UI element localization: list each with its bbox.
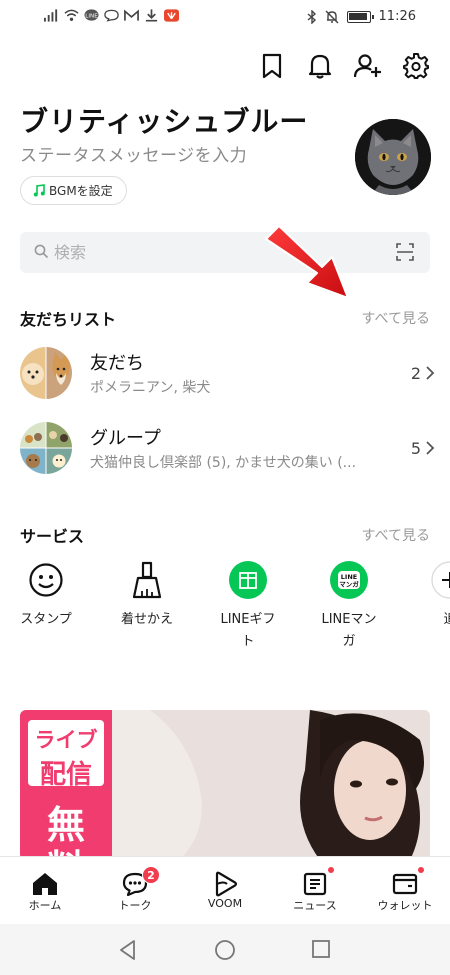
back-icon[interactable] — [118, 939, 138, 961]
home-circle-icon[interactable] — [214, 939, 236, 961]
home-icon — [31, 870, 59, 898]
download-icon — [145, 9, 158, 22]
mute-icon — [325, 10, 339, 23]
nav-label: トーク — [118, 899, 152, 912]
nav-news[interactable]: ニュース — [270, 857, 360, 925]
add-friend-icon[interactable] — [354, 52, 382, 80]
search-icon — [34, 244, 49, 259]
news-dot — [328, 867, 334, 873]
service-label: LINEマンガ — [321, 612, 377, 649]
huawei-icon — [164, 9, 179, 22]
search-bar[interactable] — [20, 232, 430, 273]
line-manga-icon: LINE マンガ — [329, 560, 369, 600]
system-navigation-bar — [0, 924, 450, 975]
bottom-navigation: ホーム 2 トーク VOOM ニュース ウォレット — [0, 856, 450, 924]
talk-unread-badge: 2 — [142, 866, 160, 884]
bgm-label: BGMを設定 — [49, 184, 113, 198]
wifi-icon — [64, 9, 79, 21]
header-actions — [258, 52, 430, 80]
service-add[interactable]: 追 — [400, 560, 450, 631]
gift-icon — [228, 560, 268, 600]
service-label: 着せかえ — [120, 612, 173, 627]
services-row: スタンプ 着せかえ LINEギフト LINE マンガ LINEマンガ 追 — [0, 560, 450, 660]
status-message[interactable]: ステータスメッセージを入力 — [20, 141, 247, 166]
bookmark-icon[interactable] — [258, 52, 286, 80]
status-bar: LINE 11:26 — [0, 0, 450, 34]
status-time: 11:26 — [378, 9, 416, 24]
settings-icon[interactable] — [402, 52, 430, 80]
groups-row-subtitle: 犬猫仲良し倶楽部 (5), かませ犬の集い (... — [90, 455, 357, 471]
friends-section-title: 友だちリスト — [20, 310, 117, 329]
service-line-gift[interactable]: LINEギフト — [198, 560, 298, 653]
signal-icon — [44, 9, 58, 22]
status-icons-right: 11:26 — [307, 9, 416, 24]
live-banner[interactable]: ライブ 配信 無 料 — [20, 710, 430, 860]
nav-wallet[interactable]: ウォレット — [360, 857, 450, 925]
bluetooth-icon — [307, 9, 316, 24]
smiley-icon — [26, 560, 66, 600]
service-stamp[interactable]: スタンプ — [0, 560, 96, 631]
banner-tag-live: ライブ — [34, 728, 98, 752]
bgm-button[interactable]: BGMを設定 — [20, 176, 127, 205]
voom-icon — [211, 870, 239, 898]
service-label: LINEギフト — [220, 612, 276, 649]
bell-icon[interactable] — [306, 52, 334, 80]
groups-thumbnail — [20, 422, 72, 474]
groups-count: 5 — [410, 438, 421, 458]
wallet-icon — [391, 870, 419, 898]
profile-name[interactable]: ブリティッシュブルー — [20, 100, 308, 140]
service-label: スタンプ — [20, 612, 72, 627]
red-arrow-annotation — [265, 225, 349, 299]
add-icon — [430, 560, 450, 600]
friends-row[interactable]: 友だち ポメラニアン, 柴犬 2 — [20, 345, 435, 401]
svg-text:LINE: LINE — [85, 13, 98, 19]
status-icons-left: LINE — [44, 9, 179, 22]
service-theme[interactable]: 着せかえ — [97, 560, 197, 631]
groups-row-title: グループ — [90, 428, 161, 449]
banner-tag-stream: 配信 — [39, 760, 92, 790]
friends-thumbnail — [20, 347, 72, 399]
profile-avatar[interactable] — [355, 119, 431, 195]
chevron-right-icon — [426, 366, 435, 380]
service-label: 追 — [443, 612, 450, 627]
qr-scan-icon[interactable] — [396, 243, 414, 261]
nav-label: ウォレット — [377, 899, 433, 912]
friends-see-all-link[interactable]: すべて見る — [362, 308, 430, 328]
chevron-right-icon — [426, 441, 435, 455]
cat-photo — [355, 119, 431, 195]
news-icon — [301, 870, 329, 898]
chat-notification-icon — [104, 9, 119, 22]
gmail-icon — [124, 9, 139, 21]
battery-icon — [346, 10, 374, 23]
recent-apps-icon[interactable] — [311, 939, 331, 959]
friends-section-header: 友だちリスト すべて見る — [20, 306, 430, 330]
friends-row-subtitle: ポメラニアン, 柴犬 — [90, 380, 211, 396]
music-note-icon — [33, 184, 45, 197]
nav-label: ホーム — [28, 899, 62, 912]
svg-text:マンガ: マンガ — [339, 580, 359, 589]
nav-voom[interactable]: VOOM — [180, 857, 270, 925]
services-section-header: サービス すべて見る — [20, 523, 430, 547]
groups-row[interactable]: グループ 犬猫仲良し倶楽部 (5), かませ犬の集い (... 5 — [20, 420, 435, 476]
brush-icon — [127, 560, 167, 600]
nav-home[interactable]: ホーム — [0, 857, 90, 925]
nav-talk[interactable]: 2 トーク — [90, 857, 180, 925]
wallet-dot — [418, 867, 424, 873]
services-see-all-link[interactable]: すべて見る — [362, 525, 430, 545]
friends-row-title: 友だち — [90, 353, 144, 374]
friends-count: 2 — [410, 363, 421, 383]
services-section-title: サービス — [20, 527, 85, 546]
service-line-manga[interactable]: LINE マンガ LINEマンガ — [299, 560, 399, 653]
nav-label: VOOM — [207, 897, 243, 910]
nav-label: ニュース — [293, 899, 337, 912]
line-notification-icon: LINE — [84, 9, 99, 21]
